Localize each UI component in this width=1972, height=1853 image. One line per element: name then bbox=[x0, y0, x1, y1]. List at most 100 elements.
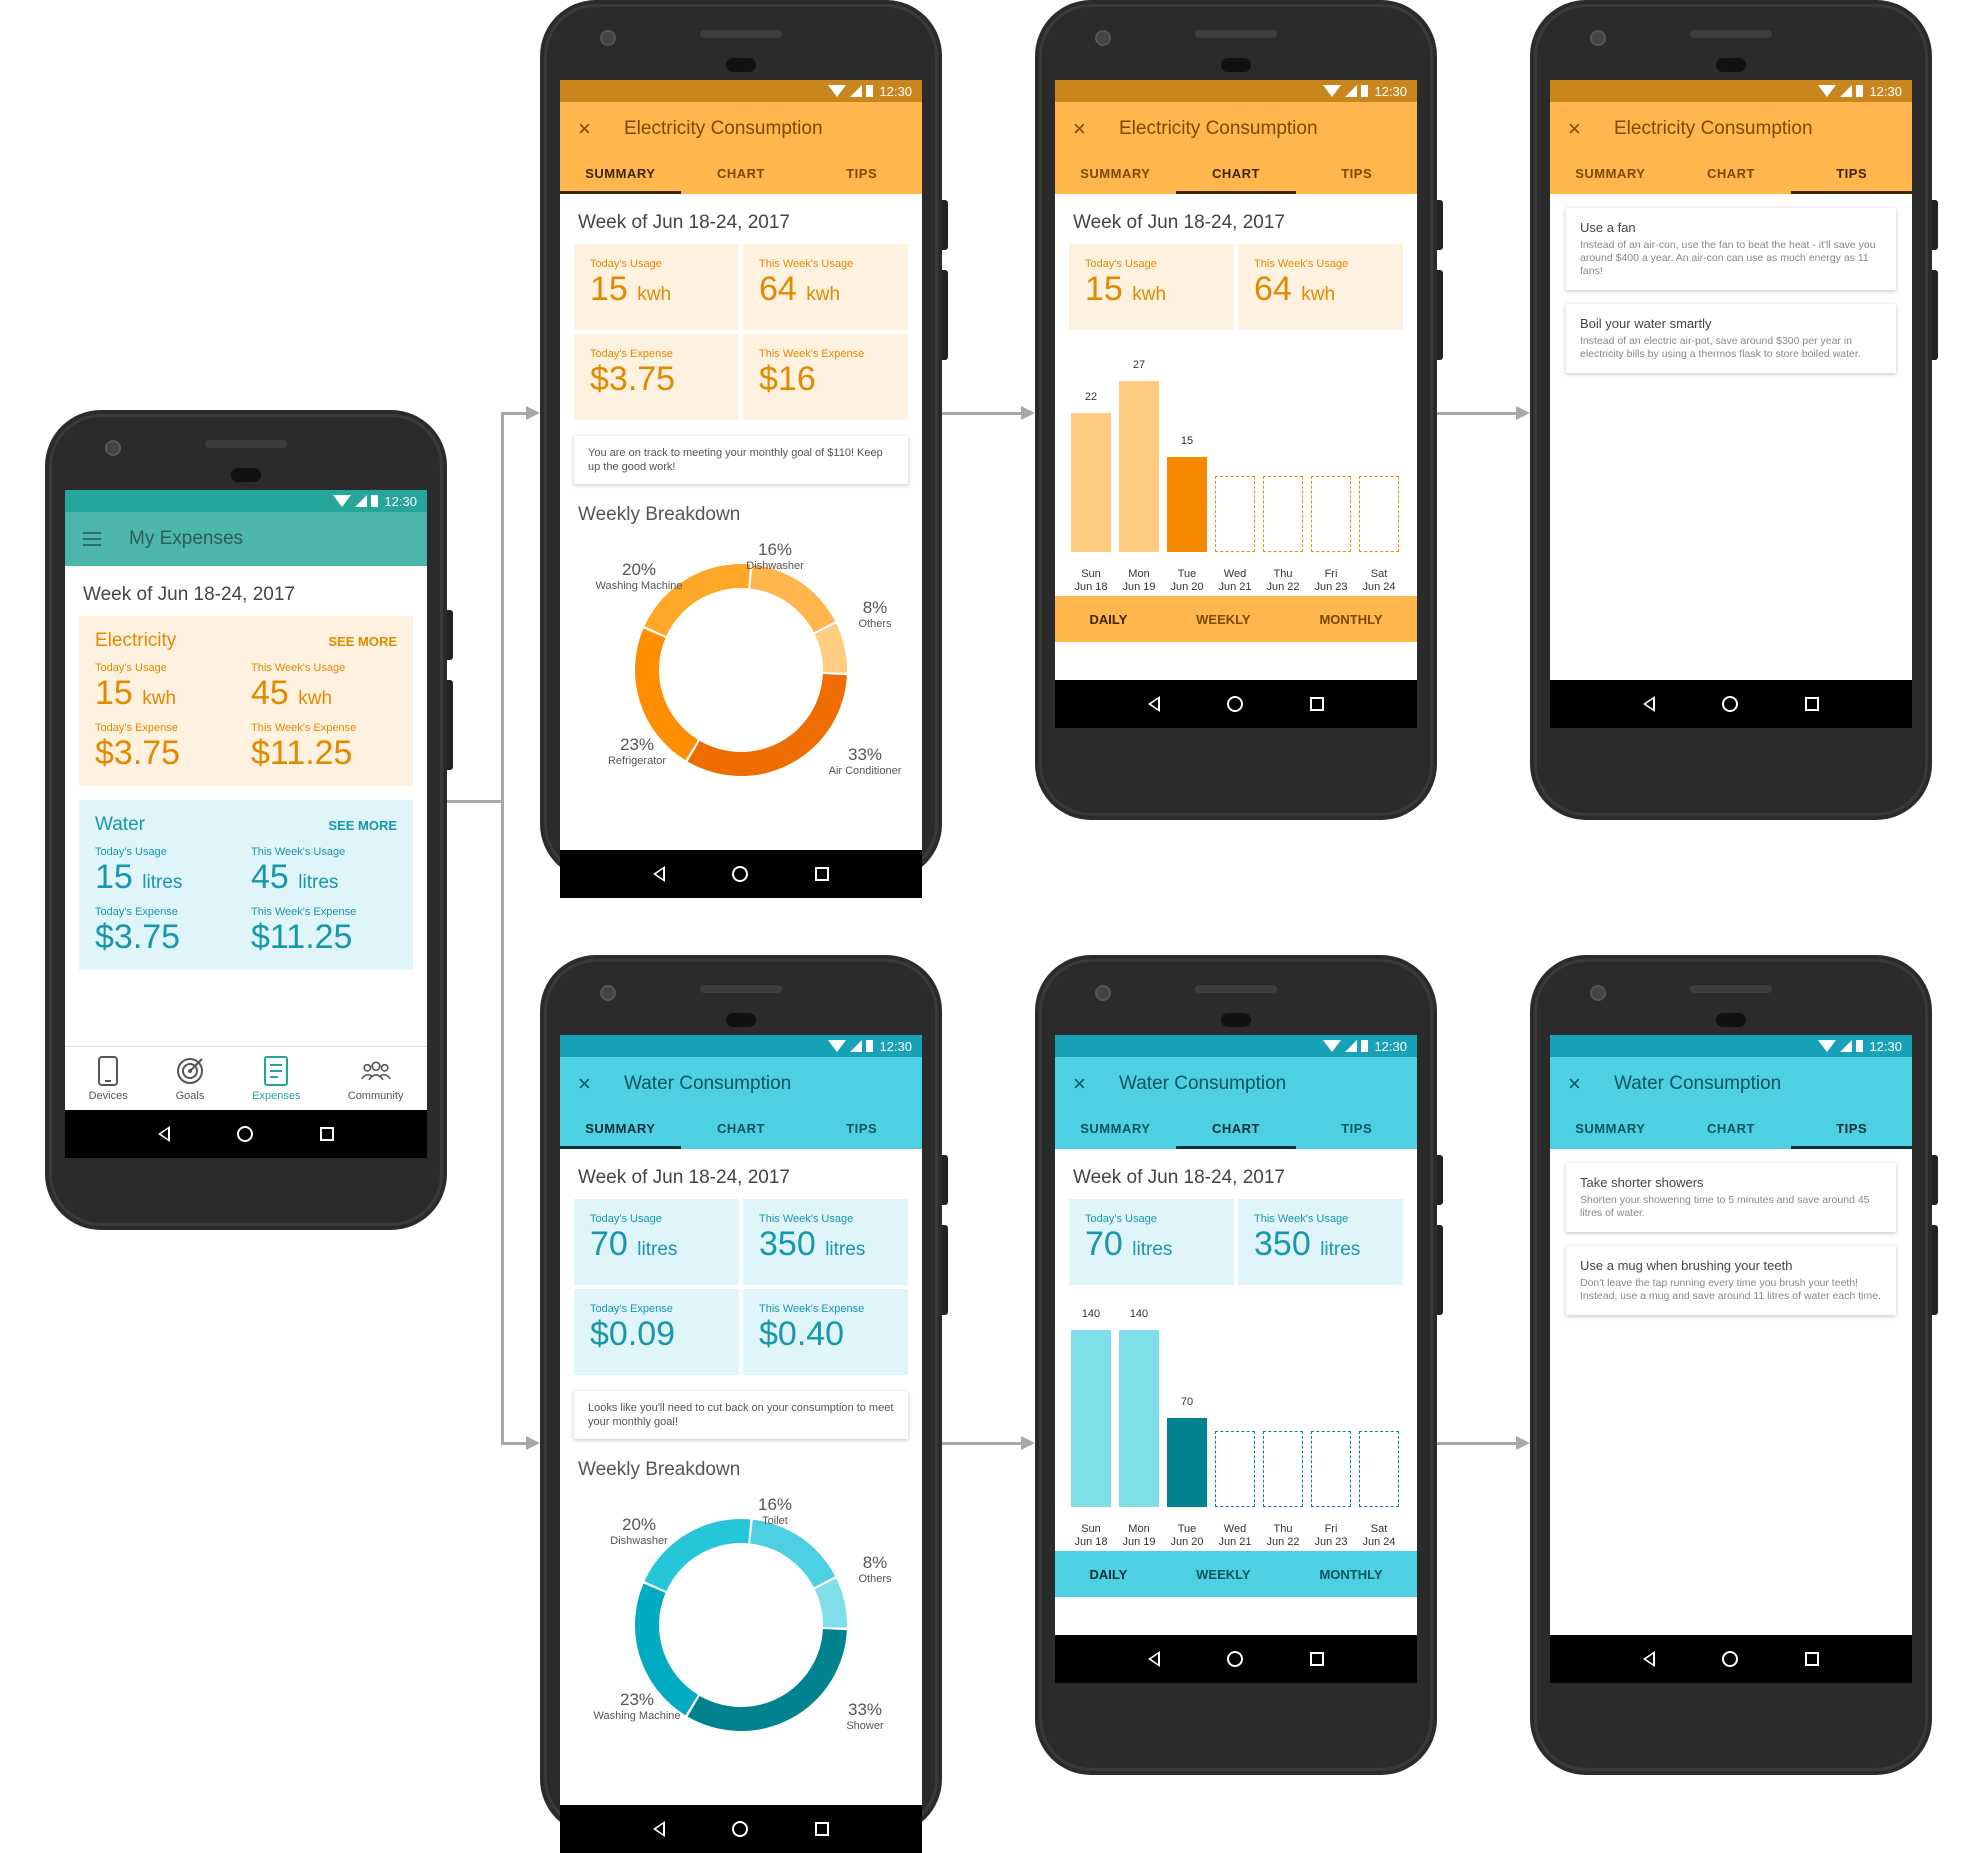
slice-percent: 23% bbox=[619, 1690, 655, 1709]
recent-apps-icon[interactable] bbox=[1804, 697, 1819, 711]
close-icon[interactable]: × bbox=[1073, 116, 1091, 142]
recent-apps-icon[interactable] bbox=[1309, 1652, 1324, 1666]
home-icon[interactable] bbox=[1721, 1651, 1738, 1667]
home-icon[interactable] bbox=[1226, 1651, 1243, 1667]
power-button[interactable] bbox=[942, 200, 948, 250]
power-button[interactable] bbox=[1932, 200, 1938, 250]
recent-apps-icon[interactable] bbox=[1309, 697, 1324, 711]
volume-button[interactable] bbox=[942, 1225, 948, 1315]
x-axis-tick-label: Mon Jun 19 bbox=[1115, 568, 1163, 594]
period-weekly[interactable]: WEEKLY bbox=[1196, 612, 1250, 627]
recent-apps-icon[interactable] bbox=[1804, 1652, 1819, 1666]
back-icon[interactable] bbox=[158, 1126, 171, 1142]
recent-apps-icon[interactable] bbox=[319, 1127, 334, 1141]
power-button[interactable] bbox=[1437, 1155, 1443, 1205]
volume-button[interactable] bbox=[1932, 270, 1938, 360]
tab-tips[interactable]: TIPS bbox=[1296, 1111, 1417, 1149]
see-more-link[interactable]: SEE MORE bbox=[328, 818, 397, 833]
see-more-link[interactable]: SEE MORE bbox=[328, 634, 397, 649]
power-button[interactable] bbox=[942, 1155, 948, 1205]
period-monthly[interactable]: MONTHLY bbox=[1319, 1567, 1382, 1582]
volume-button[interactable] bbox=[942, 270, 948, 360]
close-icon[interactable]: × bbox=[578, 1071, 596, 1097]
tab-chart[interactable]: CHART bbox=[1175, 1111, 1297, 1149]
app-bar: × Electricity Consumption bbox=[560, 102, 922, 156]
wifi-icon bbox=[1323, 1040, 1342, 1052]
tab-summary[interactable]: SUMMARY bbox=[560, 1111, 681, 1149]
bottom-nav-devices[interactable]: Devices bbox=[89, 1055, 128, 1102]
back-icon[interactable] bbox=[1148, 696, 1161, 712]
bar-value-label: 15 bbox=[1180, 435, 1194, 447]
home-icon[interactable] bbox=[731, 866, 748, 882]
power-button[interactable] bbox=[447, 610, 453, 660]
back-icon[interactable] bbox=[1148, 1651, 1161, 1667]
tab-summary[interactable]: SUMMARY bbox=[1550, 156, 1671, 194]
back-icon[interactable] bbox=[653, 866, 666, 882]
volume-button[interactable] bbox=[1932, 1225, 1938, 1315]
bottom-nav-goals[interactable]: Goals bbox=[175, 1056, 205, 1102]
bottom-nav-expenses[interactable]: Expenses bbox=[252, 1055, 301, 1102]
power-button[interactable] bbox=[1437, 200, 1443, 250]
tick-day: Tue bbox=[1177, 1523, 1197, 1535]
tab-chart[interactable]: CHART bbox=[1671, 156, 1792, 194]
system-nav-bar bbox=[65, 1110, 427, 1158]
page-title: Electricity Consumption bbox=[1119, 118, 1318, 139]
tab-summary[interactable]: SUMMARY bbox=[1055, 156, 1176, 194]
home-icon[interactable] bbox=[1721, 696, 1738, 712]
tab-tips[interactable]: TIPS bbox=[1791, 1111, 1912, 1149]
tab-tips[interactable]: TIPS bbox=[801, 156, 922, 194]
bottom-nav-label: Community bbox=[347, 1089, 404, 1102]
stat-label: Today's Expense bbox=[95, 906, 178, 918]
tab-tips[interactable]: TIPS bbox=[1791, 156, 1912, 194]
tab-summary[interactable]: SUMMARY bbox=[560, 156, 681, 194]
power-button[interactable] bbox=[1932, 1155, 1938, 1205]
stat-value: 15 kwh bbox=[95, 674, 241, 718]
back-icon[interactable] bbox=[1643, 1651, 1656, 1667]
tab-chart[interactable]: CHART bbox=[1671, 1111, 1792, 1149]
page-title: Water Consumption bbox=[1119, 1073, 1287, 1094]
status-time: 12:30 bbox=[1869, 83, 1902, 99]
volume-button[interactable] bbox=[1437, 270, 1443, 360]
period-daily[interactable]: DAILY bbox=[1089, 1567, 1127, 1582]
tab-tips[interactable]: TIPS bbox=[1296, 156, 1417, 194]
tab-chart[interactable]: CHART bbox=[1175, 156, 1297, 194]
chart-bar bbox=[1167, 457, 1207, 552]
x-axis-tick-label: Sun Jun 18 bbox=[1067, 1523, 1115, 1549]
menu-icon[interactable] bbox=[83, 532, 101, 546]
period-weekly[interactable]: WEEKLY bbox=[1196, 1567, 1250, 1582]
tab-summary[interactable]: SUMMARY bbox=[1550, 1111, 1671, 1149]
close-icon[interactable]: × bbox=[1568, 1071, 1586, 1097]
chart-bar-placeholder bbox=[1263, 476, 1303, 552]
home-icon[interactable] bbox=[236, 1126, 253, 1142]
tick-day: Wed bbox=[1223, 568, 1247, 580]
tab-tips[interactable]: TIPS bbox=[801, 1111, 922, 1149]
close-icon[interactable]: × bbox=[578, 116, 596, 142]
tab-summary[interactable]: SUMMARY bbox=[1055, 1111, 1176, 1149]
period-daily[interactable]: DAILY bbox=[1089, 612, 1127, 627]
tab-chart[interactable]: CHART bbox=[681, 156, 802, 194]
tab-chart[interactable]: CHART bbox=[681, 1111, 802, 1149]
wifi-icon bbox=[828, 85, 847, 97]
home-icon[interactable] bbox=[1226, 696, 1243, 712]
bar-value-label: 22 bbox=[1084, 390, 1098, 403]
stat-label: This Week's Usage bbox=[251, 846, 346, 858]
week-heading: Week of Jun 18-24, 2017 bbox=[1073, 212, 1285, 233]
tip-description: Instead of an electric air-pot, save aro… bbox=[1580, 335, 1861, 360]
tick-date: Jun 21 bbox=[1218, 581, 1252, 593]
recent-apps-icon[interactable] bbox=[814, 1822, 829, 1836]
volume-button[interactable] bbox=[447, 680, 453, 770]
slice-percent: 8% bbox=[862, 598, 888, 617]
donut-slice-label: 8% Others bbox=[820, 598, 922, 630]
close-icon[interactable]: × bbox=[1568, 116, 1586, 142]
back-icon[interactable] bbox=[1643, 696, 1656, 712]
back-icon[interactable] bbox=[653, 1821, 666, 1837]
bottom-nav-community[interactable]: Community bbox=[347, 1056, 404, 1102]
period-monthly[interactable]: MONTHLY bbox=[1319, 612, 1382, 627]
chart-bar bbox=[1119, 1329, 1159, 1507]
stat-unit: litres bbox=[637, 1239, 678, 1260]
home-icon[interactable] bbox=[731, 1821, 748, 1837]
recent-apps-icon[interactable] bbox=[814, 867, 829, 881]
status-time: 12:30 bbox=[384, 493, 417, 509]
volume-button[interactable] bbox=[1437, 1225, 1443, 1315]
close-icon[interactable]: × bbox=[1073, 1071, 1091, 1097]
